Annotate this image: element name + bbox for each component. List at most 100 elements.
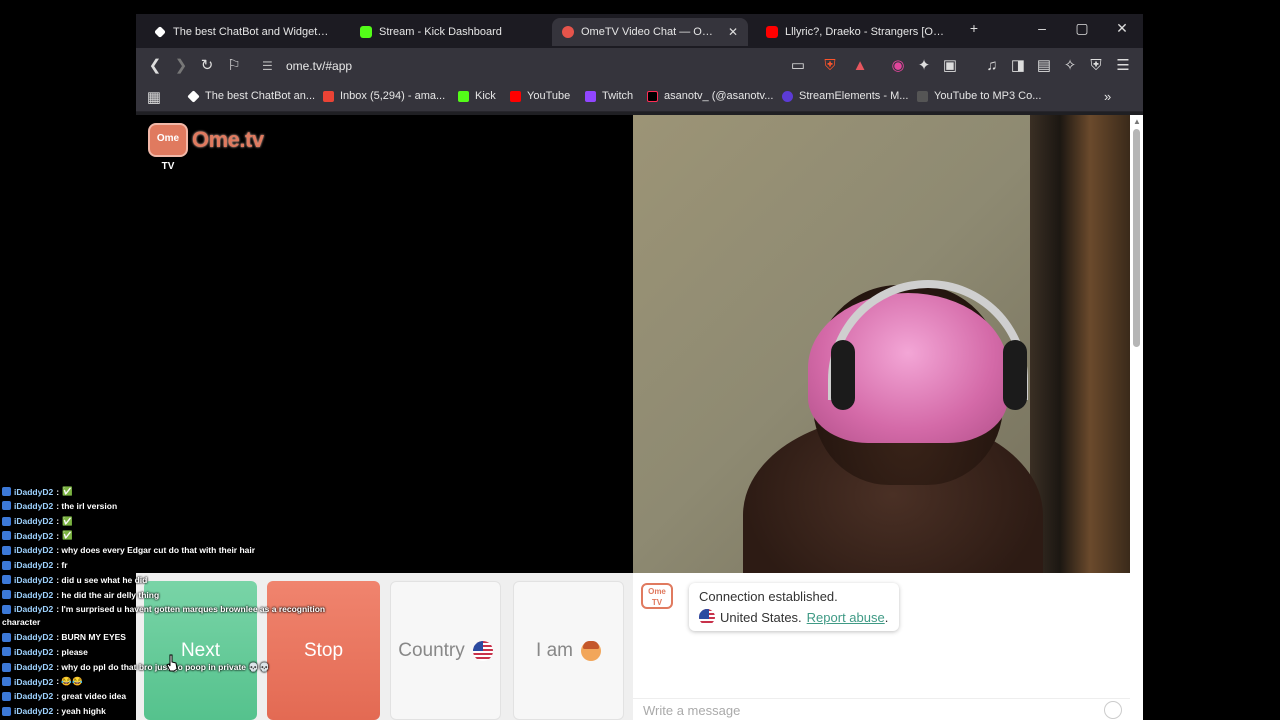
close-window-icon[interactable]: ✕ bbox=[1108, 20, 1136, 37]
forward-icon[interactable]: ❯ bbox=[171, 56, 191, 76]
leo-ai-icon[interactable]: ✧ bbox=[1060, 56, 1080, 76]
twitch-icon bbox=[585, 90, 596, 102]
bookmark-icon[interactable]: ⚐ bbox=[224, 56, 244, 76]
menu-icon[interactable]: ☰ bbox=[1113, 56, 1133, 76]
new-tab-icon[interactable]: + bbox=[960, 20, 988, 36]
converter-icon bbox=[917, 90, 928, 102]
page-scrollbar[interactable]: ▲ bbox=[1130, 115, 1143, 720]
wallet-icon[interactable]: ▤ bbox=[1034, 56, 1054, 76]
chat-username: iDaddyD2 bbox=[14, 574, 54, 585]
music-icon[interactable]: ♫ bbox=[982, 56, 1002, 76]
bookmark-chatbot[interactable]: The best ChatBot an... bbox=[187, 89, 315, 103]
chat-text: : bbox=[56, 486, 60, 497]
bookmarks-overflow-icon[interactable]: » bbox=[1104, 89, 1111, 104]
site-info-icon[interactable]: ☰ bbox=[262, 53, 273, 79]
ometv-logo[interactable]: Ome TV Ome.tv bbox=[148, 123, 264, 172]
tv-logo-icon: Ome TV bbox=[148, 123, 188, 172]
chatbot-favicon-icon bbox=[154, 26, 166, 38]
report-abuse-link[interactable]: Report abuse bbox=[807, 610, 885, 625]
apps-grid-icon[interactable]: ▦ bbox=[144, 88, 164, 108]
reload-icon[interactable]: ↻ bbox=[197, 56, 217, 76]
viewer-badge-icon bbox=[2, 647, 11, 657]
gender-button[interactable]: I am bbox=[513, 581, 624, 720]
youtube-icon bbox=[510, 90, 521, 102]
viewer-badge-icon bbox=[2, 604, 11, 614]
headset-earcup bbox=[1003, 340, 1027, 410]
back-icon[interactable]: ❮ bbox=[145, 56, 165, 76]
chatbot-icon bbox=[187, 89, 200, 103]
viewer-badge-icon bbox=[2, 501, 11, 511]
bookmark-label: YouTube bbox=[527, 90, 571, 102]
bookmark-twitch[interactable]: Twitch bbox=[585, 90, 633, 102]
stream-chat-message: iDaddyD2: please bbox=[2, 647, 88, 657]
boy-emoji-icon bbox=[580, 640, 601, 661]
address-bar[interactable]: ☰ ome.tv/#app bbox=[252, 53, 772, 79]
streamelements-icon bbox=[782, 90, 793, 102]
vpn-icon[interactable]: ⛨ bbox=[1086, 56, 1106, 76]
brave-shield-icon[interactable]: ⛨ bbox=[820, 56, 840, 76]
bookmark-yt-mp3[interactable]: YouTube to MP3 Co... bbox=[917, 90, 1041, 102]
tab-title: Lllyric?, Draeko - Strangers [Officia bbox=[785, 26, 946, 38]
chat-username: iDaddyD2 bbox=[14, 516, 54, 527]
close-tab-icon[interactable]: ✕ bbox=[728, 25, 738, 39]
viewer-badge-icon bbox=[2, 590, 11, 600]
screenshot-icon[interactable]: ▣ bbox=[940, 56, 960, 76]
chat-text: : fr bbox=[56, 560, 68, 570]
country-button[interactable]: Country bbox=[390, 581, 501, 720]
gender-label: I am bbox=[536, 639, 573, 661]
tab-ometv[interactable]: OmeTV Video Chat — Ome ✕ bbox=[552, 18, 748, 46]
brave-rewards-icon[interactable]: ▲ bbox=[850, 56, 870, 76]
chat-username: iDaddyD2 bbox=[14, 632, 54, 642]
extensions-icon[interactable]: ✦ bbox=[914, 56, 934, 76]
chat-username: iDaddyD2 bbox=[14, 676, 54, 687]
tab-kick-dashboard[interactable]: Stream - Kick Dashboard bbox=[350, 18, 540, 46]
browser-toolbar: ❮ ❯ ↻ ⚐ ☰ ome.tv/#app ▭ ⛨ ▲ ◉ ✦ ▣ ♫ ◨ ▤ … bbox=[136, 48, 1143, 84]
extension-u-icon[interactable]: ◉ bbox=[888, 56, 908, 76]
bookmark-youtube[interactable]: YouTube bbox=[510, 90, 570, 102]
viewer-badge-icon bbox=[2, 662, 11, 672]
chat-text: : did u see what he did bbox=[56, 574, 148, 585]
message-input[interactable]: Write a message bbox=[633, 698, 1130, 720]
us-flag-icon bbox=[699, 609, 715, 625]
viewer-badge-icon bbox=[2, 560, 11, 570]
bookmark-label: asanotv_ (@asanotv... bbox=[664, 90, 774, 102]
chat-text: : why do ppl do that bro just go poop in… bbox=[56, 661, 270, 672]
stream-chat-message: iDaddyD2: why does every Edgar cut do th… bbox=[2, 545, 255, 555]
chat-username: iDaddyD2 bbox=[14, 545, 54, 556]
stream-chat-message: iDaddyD2: I'm surprised u havent gotten … bbox=[2, 604, 325, 614]
chat-username: iDaddyD2 bbox=[14, 589, 54, 600]
connection-country-line: United States. Report abuse. bbox=[699, 609, 889, 625]
tab-chatbot[interactable]: The best ChatBot and Widgets for bbox=[144, 18, 340, 46]
stream-chat-message: iDaddyD2: ✅ bbox=[2, 530, 73, 541]
maximize-icon[interactable]: ▢ bbox=[1068, 20, 1096, 37]
chat-text: : 😂😂 bbox=[56, 676, 83, 687]
youtube-favicon-icon bbox=[766, 26, 778, 38]
emoji-smile-icon[interactable] bbox=[1104, 701, 1122, 719]
stream-chat-message: iDaddyD2: fr bbox=[2, 560, 68, 570]
scroll-up-icon[interactable]: ▲ bbox=[1133, 117, 1141, 126]
bookmark-tiktok[interactable]: asanotv_ (@asanotv... bbox=[647, 90, 773, 102]
connection-country: United States. bbox=[720, 609, 802, 625]
sidebar-icon[interactable]: ◨ bbox=[1008, 56, 1028, 76]
stream-chat-message: iDaddyD2: great video idea bbox=[2, 691, 126, 701]
headset-earcup bbox=[831, 340, 855, 410]
bookmark-inbox[interactable]: Inbox (5,294) - ama... bbox=[323, 90, 445, 102]
chat-username: iDaddyD2 bbox=[14, 691, 54, 702]
gmail-icon bbox=[323, 90, 334, 102]
camera-favicon-icon bbox=[562, 26, 574, 38]
tab-title: Stream - Kick Dashboard bbox=[379, 26, 502, 38]
kick-icon bbox=[458, 90, 469, 102]
tab-youtube-strangers[interactable]: Lllyric?, Draeko - Strangers [Officia bbox=[756, 18, 956, 46]
tab-title: The best ChatBot and Widgets for bbox=[173, 26, 330, 38]
bookmark-kick[interactable]: Kick bbox=[458, 90, 496, 102]
scrollbar-thumb[interactable] bbox=[1133, 129, 1140, 347]
cast-icon[interactable]: ▭ bbox=[788, 56, 808, 76]
bookmark-streamelements[interactable]: StreamElements - M... bbox=[782, 90, 908, 102]
bookmark-label: Inbox (5,294) - ama... bbox=[340, 90, 446, 102]
chat-text: : the irl version bbox=[56, 500, 118, 511]
minimize-icon[interactable]: – bbox=[1028, 20, 1056, 36]
text-chat-panel: Ome TV Connection established. United Sta… bbox=[633, 573, 1130, 720]
stream-chat-message: iDaddyD2: ✅ bbox=[2, 516, 73, 527]
stream-chat-message: iDaddyD2: why do ppl do that bro just go… bbox=[2, 662, 270, 673]
chat-text: : please bbox=[56, 646, 88, 657]
